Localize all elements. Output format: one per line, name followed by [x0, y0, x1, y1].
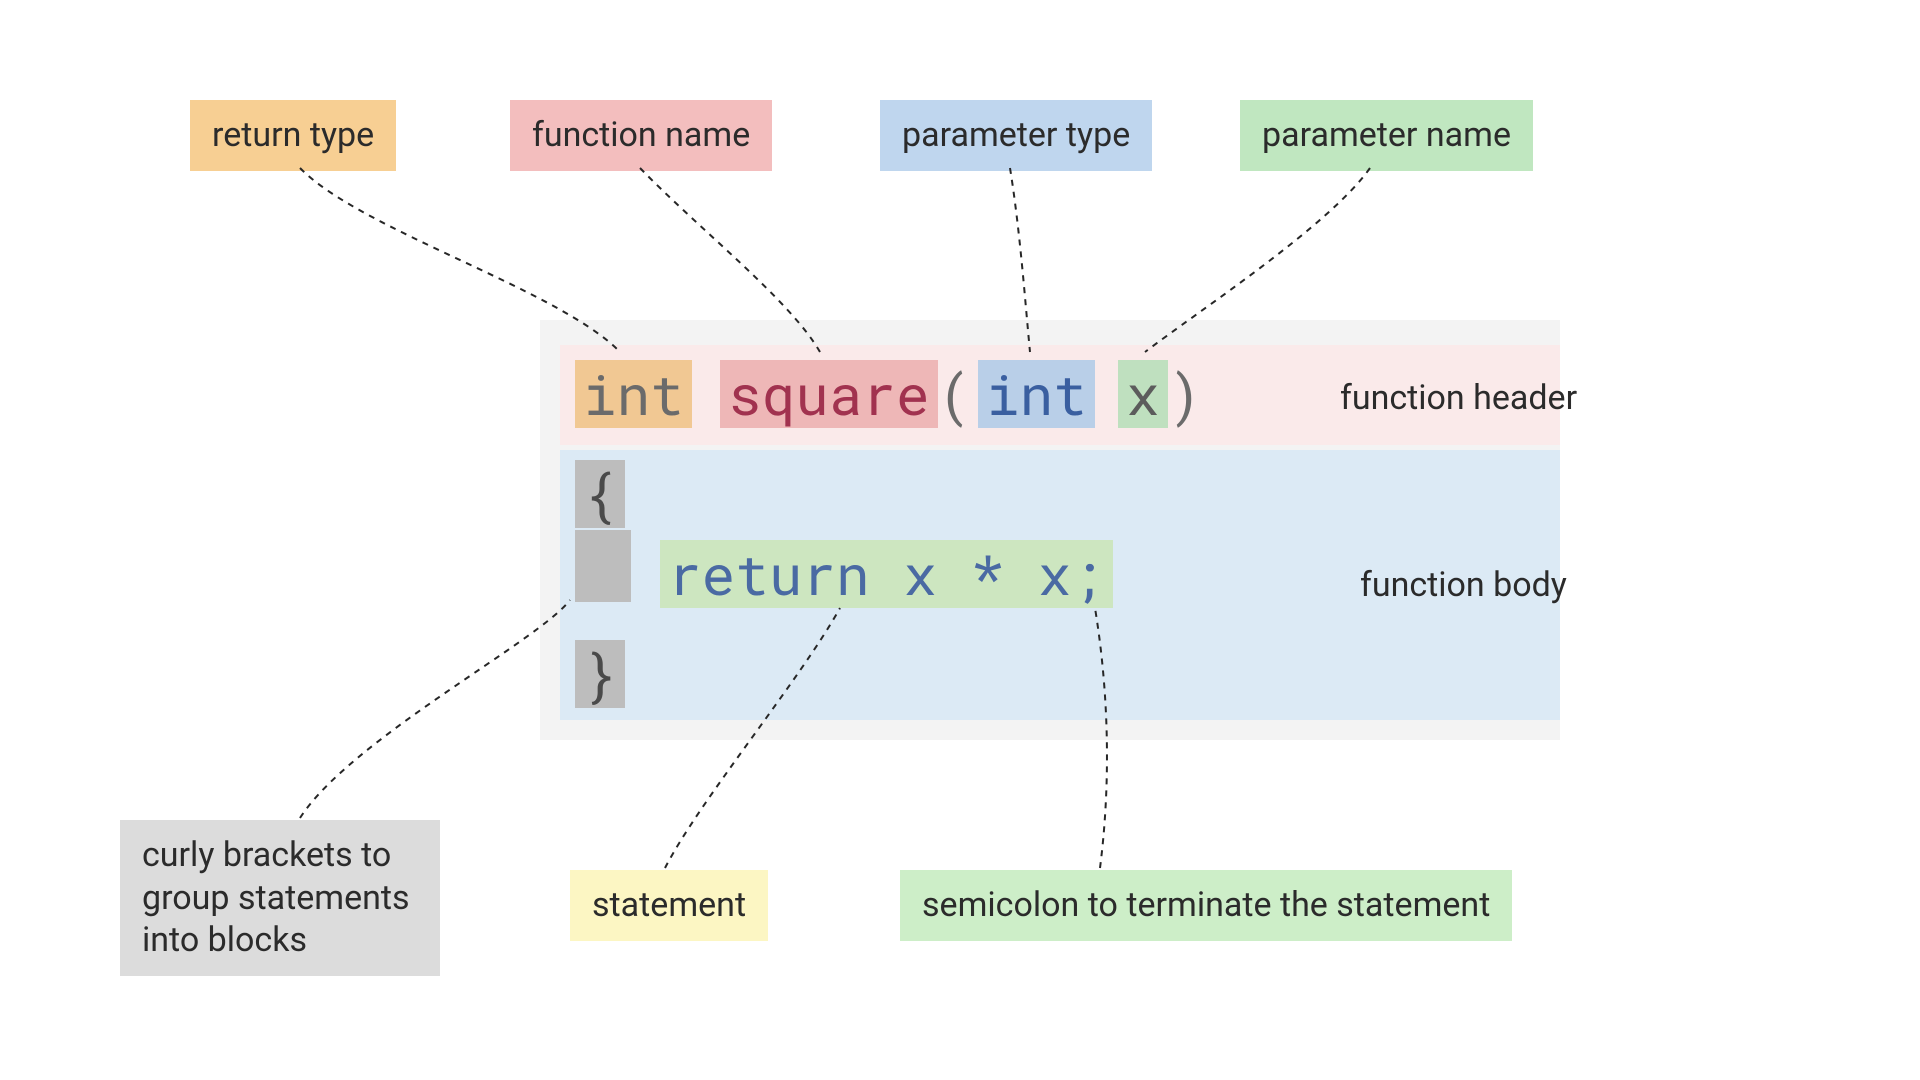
label-parameter-name: parameter name: [1240, 100, 1533, 171]
label-return-type: return type: [190, 100, 396, 171]
label-curly-brackets: curly brackets to group statements into …: [120, 820, 440, 976]
token-parameter-name: x: [1118, 360, 1168, 428]
token-parameter-type: int: [978, 360, 1095, 428]
label-function-body: function body: [1360, 565, 1567, 605]
token-paren-open: (: [938, 360, 972, 428]
token-brace-open: {: [575, 460, 625, 528]
label-function-name: function name: [510, 100, 772, 171]
label-function-header: function header: [1340, 378, 1577, 418]
token-function-name: square: [720, 360, 938, 428]
label-statement: statement: [570, 870, 768, 941]
label-semicolon: semicolon to terminate the statement: [900, 870, 1512, 941]
label-parameter-type: parameter type: [880, 100, 1152, 171]
token-statement: return x * x;: [660, 540, 1113, 608]
token-paren-close: ): [1168, 360, 1202, 428]
token-return-type: int: [575, 360, 692, 428]
token-indent-shade: [575, 530, 631, 602]
token-brace-close: }: [575, 640, 625, 708]
diagram-stage: return type function name parameter type…: [0, 0, 1920, 1080]
